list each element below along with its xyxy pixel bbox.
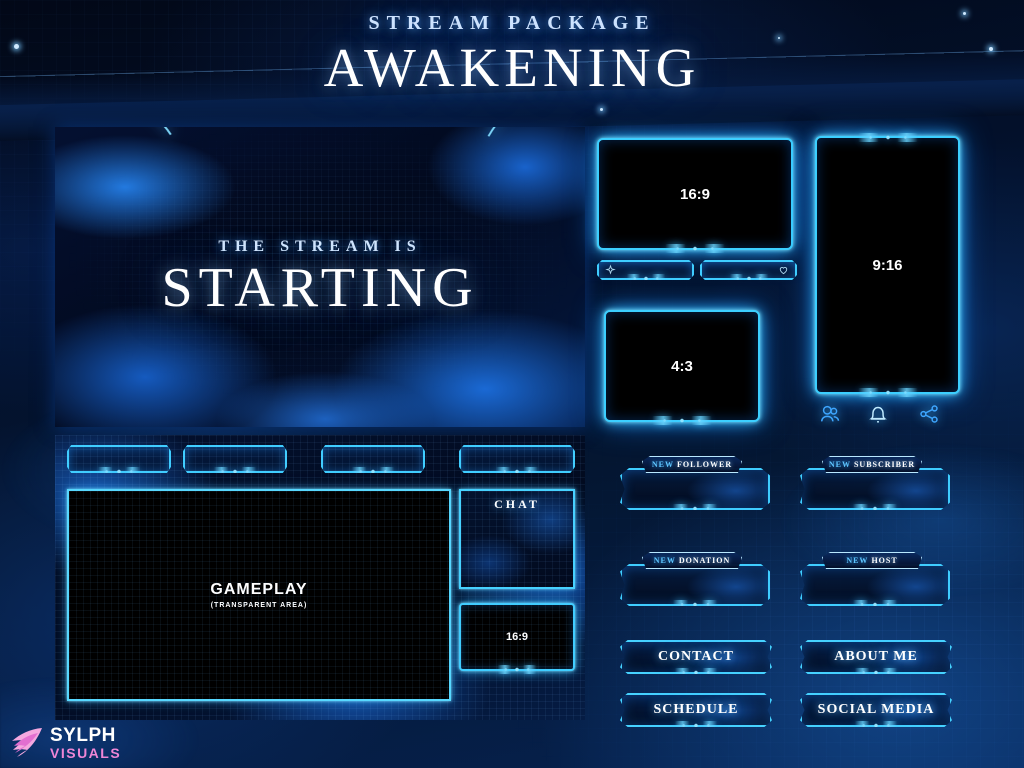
flourish-ornament bbox=[97, 467, 141, 473]
alert-new-donation[interactable]: NEW DONATION bbox=[620, 552, 770, 606]
chat-panel[interactable]: CHAT bbox=[459, 489, 575, 589]
alert-label: SUBSCRIBER bbox=[853, 460, 916, 469]
sparkle-icon bbox=[605, 264, 616, 275]
alert-body bbox=[800, 468, 950, 510]
label-bar-right[interactable] bbox=[700, 260, 797, 280]
follow-icon[interactable] bbox=[818, 403, 844, 425]
bell-icon[interactable] bbox=[865, 403, 891, 425]
sylph-visuals-logo: SYLPH VISUALS bbox=[8, 726, 121, 760]
flourish-ornament bbox=[495, 467, 539, 473]
overlay-webcam-label: 16:9 bbox=[505, 631, 529, 643]
panel-button-label: ABOUT ME bbox=[834, 649, 918, 664]
gameplay-label: GAMEPLAY bbox=[210, 581, 308, 598]
gameplay-transparent-area[interactable]: GAMEPLAY (TRANSPARENT AREA) bbox=[67, 489, 451, 701]
alert-prefix: NEW bbox=[828, 460, 851, 469]
webcam-frame-label: 4:3 bbox=[671, 357, 693, 375]
alert-body bbox=[620, 468, 770, 510]
overlay-tab-4[interactable] bbox=[459, 445, 575, 473]
page-title: AWAKENING bbox=[323, 37, 701, 98]
overlay-tab-3[interactable] bbox=[321, 445, 425, 473]
overlay-tab-1[interactable] bbox=[67, 445, 171, 473]
wing-icon bbox=[12, 728, 42, 757]
star-particle bbox=[600, 108, 603, 111]
alert-new-subscriber[interactable]: NEW SUBSCRIBER bbox=[800, 456, 950, 510]
starting-title: STARTING bbox=[161, 257, 479, 319]
panel-button-label: SOCIAL MEDIA bbox=[817, 702, 935, 717]
alert-body bbox=[620, 564, 770, 606]
logo-wordmark: SYLPH VISUALS bbox=[50, 726, 121, 760]
panel-button-label: CONTACT bbox=[658, 649, 734, 664]
alert-tab: NEW HOST bbox=[822, 552, 922, 569]
flourish-ornament bbox=[497, 665, 537, 674]
share-icon[interactable] bbox=[916, 403, 942, 425]
starting-screen-text: THE STREAM IS STARTING bbox=[55, 127, 585, 427]
logo-line-1: SYLPH bbox=[50, 725, 116, 746]
alert-tab: NEW FOLLOWER bbox=[642, 456, 742, 473]
webcam-frame-4-3[interactable]: 4:3 bbox=[604, 310, 760, 425]
overlay-webcam-169[interactable]: 16:9 bbox=[459, 603, 575, 674]
alert-label: HOST bbox=[871, 556, 898, 565]
alert-label: FOLLOWER bbox=[677, 460, 733, 469]
webcam-frame-label: 16:9 bbox=[679, 185, 711, 203]
alert-prefix: NEW bbox=[653, 556, 676, 565]
panel-button-contact[interactable]: CONTACT bbox=[620, 640, 772, 674]
starting-screen-preview[interactable]: THE STREAM IS STARTING bbox=[55, 127, 585, 427]
panel-button-social-media[interactable]: SOCIAL MEDIA bbox=[800, 693, 952, 727]
alert-label: DONATION bbox=[678, 556, 731, 565]
alert-new-host[interactable]: NEW HOST bbox=[800, 552, 950, 606]
logo-line-2: VISUALS bbox=[50, 745, 122, 761]
alert-new-follower[interactable]: NEW FOLLOWER bbox=[620, 456, 770, 510]
page-header: STREAM PACKAGE AWAKENING bbox=[0, 12, 1024, 97]
panel-button-label: SCHEDULE bbox=[653, 702, 739, 717]
chat-label: CHAT bbox=[494, 497, 540, 511]
gameplay-sublabel: (TRANSPARENT AREA) bbox=[210, 602, 308, 609]
header-kicker: STREAM PACKAGE bbox=[368, 12, 656, 34]
gameplay-overlay-preview[interactable]: GAMEPLAY (TRANSPARENT AREA) CHAT 16:9 bbox=[55, 435, 585, 720]
overlay-tab-2[interactable] bbox=[183, 445, 287, 473]
alert-tab: NEW SUBSCRIBER bbox=[822, 456, 922, 473]
flourish-ornament bbox=[213, 467, 257, 473]
webcam-frame-label: 9:16 bbox=[872, 256, 903, 274]
panel-button-about-me[interactable]: ABOUT ME bbox=[800, 640, 952, 674]
label-bar-left[interactable] bbox=[597, 260, 694, 280]
panel-button-schedule[interactable]: SCHEDULE bbox=[620, 693, 772, 727]
flourish-ornament bbox=[351, 467, 395, 473]
alert-body bbox=[800, 564, 950, 606]
webcam-frame-9-16[interactable]: 9:16 bbox=[815, 133, 960, 397]
alert-tab: NEW DONATION bbox=[642, 552, 742, 569]
webcam-frame-16-9[interactable]: 16:9 bbox=[597, 138, 793, 253]
stream-package-canvas: STREAM PACKAGE AWAKENING THE STREAM IS S… bbox=[0, 0, 1024, 768]
starting-kicker: THE STREAM IS bbox=[218, 238, 422, 255]
alert-prefix: NEW bbox=[651, 460, 674, 469]
alert-prefix: NEW bbox=[846, 556, 869, 565]
heart-icon bbox=[779, 267, 788, 275]
